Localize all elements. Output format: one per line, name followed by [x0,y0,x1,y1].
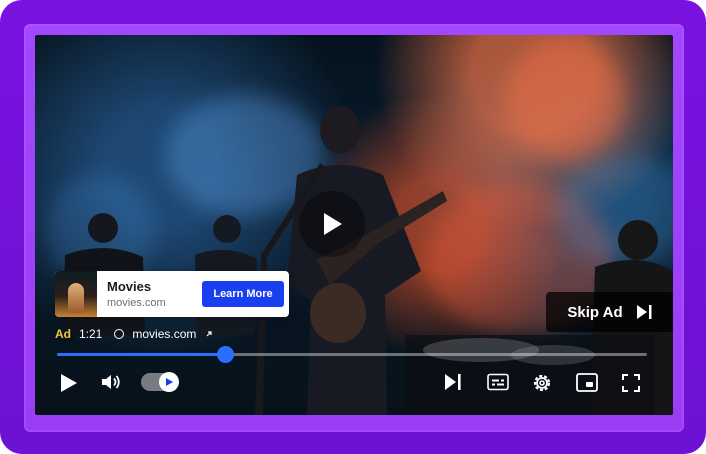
progress-fill [57,353,226,356]
fullscreen-icon[interactable] [622,374,640,392]
play-icon [166,378,173,386]
play-icon [324,213,342,235]
toggle-knob [159,372,179,392]
video-player[interactable]: Movies movies.com Learn More Skip Ad Ad … [35,35,673,415]
ad-label: Ad [55,327,71,341]
gear-icon[interactable] [531,372,553,394]
skip-next-icon [636,305,652,319]
autoplay-toggle[interactable] [141,372,179,392]
circle-icon [114,329,125,339]
play-icon[interactable] [59,372,79,394]
ad-info-row: Ad 1:21 movies.com [55,327,214,341]
play-overlay-button[interactable] [299,191,365,257]
volume-icon[interactable] [100,372,122,392]
skip-ad-button[interactable]: Skip Ad [546,292,673,332]
ad-card[interactable]: Movies movies.com Learn More [55,271,289,317]
skip-ad-label: Skip Ad [567,303,623,321]
poster-figure [68,283,84,313]
progress-bar[interactable] [57,346,647,363]
ad-time: 1:21 [79,327,103,341]
ad-title: Movies [107,279,152,294]
external-link-icon[interactable] [204,329,214,339]
ad-thumbnail [55,271,97,317]
ad-info-domain[interactable]: movies.com [132,327,196,341]
learn-more-button[interactable]: Learn More [202,281,284,307]
picture-in-picture-icon[interactable] [576,373,598,393]
ad-domain: movies.com [107,297,166,309]
progress-thumb[interactable] [216,346,234,363]
captions-icon[interactable] [487,373,509,391]
skip-next-icon[interactable] [443,373,463,391]
